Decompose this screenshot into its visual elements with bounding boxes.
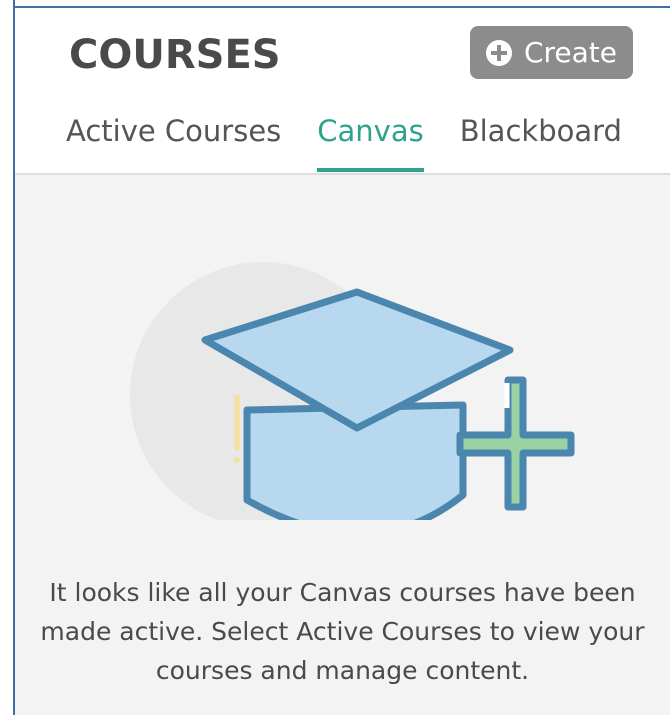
courses-panel: COURSES Create Active Courses Canvas Bla… bbox=[0, 0, 670, 715]
page-title: COURSES bbox=[69, 32, 281, 78]
empty-state-message: It looks like all your Canvas courses ha… bbox=[40, 578, 645, 685]
plus-circle-icon bbox=[485, 39, 512, 66]
tab-active-courses[interactable]: Active Courses bbox=[66, 114, 281, 172]
graduation-cap-plus-icon bbox=[130, 262, 575, 520]
create-button[interactable]: Create bbox=[470, 26, 633, 79]
course-source-tabs: Active Courses Canvas Blackboard bbox=[66, 114, 622, 172]
tab-canvas[interactable]: Canvas bbox=[317, 114, 425, 172]
empty-state: It looks like all your Canvas courses ha… bbox=[15, 175, 670, 715]
tab-blackboard[interactable]: Blackboard bbox=[460, 114, 622, 172]
create-button-label: Create bbox=[523, 36, 618, 69]
courses-header: COURSES Create Active Courses Canvas Bla… bbox=[15, 8, 670, 174]
left-margin bbox=[0, 0, 14, 715]
